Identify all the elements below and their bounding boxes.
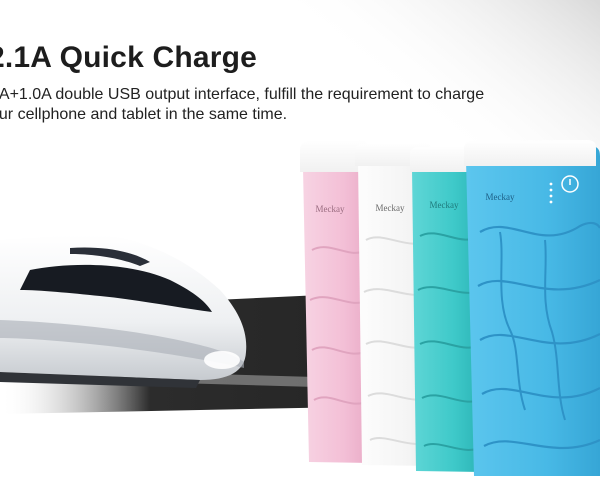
description-line-1: 1A+1.0A double USB output interface, ful… xyxy=(0,86,485,103)
page-title: 2.1A Quick Charge xyxy=(0,41,258,74)
brand-logo-white: Meckay xyxy=(376,203,405,213)
product-banner: Meckay Meckay Meckay Meckay 2.1A Quick C… xyxy=(0,0,600,485)
description-line-2: our cellphone and tablet in the same tim… xyxy=(0,106,288,123)
brand-logo-pink: Meckay xyxy=(316,204,345,214)
brand-logo-blue: Meckay xyxy=(486,192,515,202)
feature-description: 1A+1.0A double USB output interface, ful… xyxy=(0,85,484,125)
brand-logo-aqua: Meckay xyxy=(430,200,459,210)
power-bank-blue: Meckay xyxy=(464,140,600,476)
